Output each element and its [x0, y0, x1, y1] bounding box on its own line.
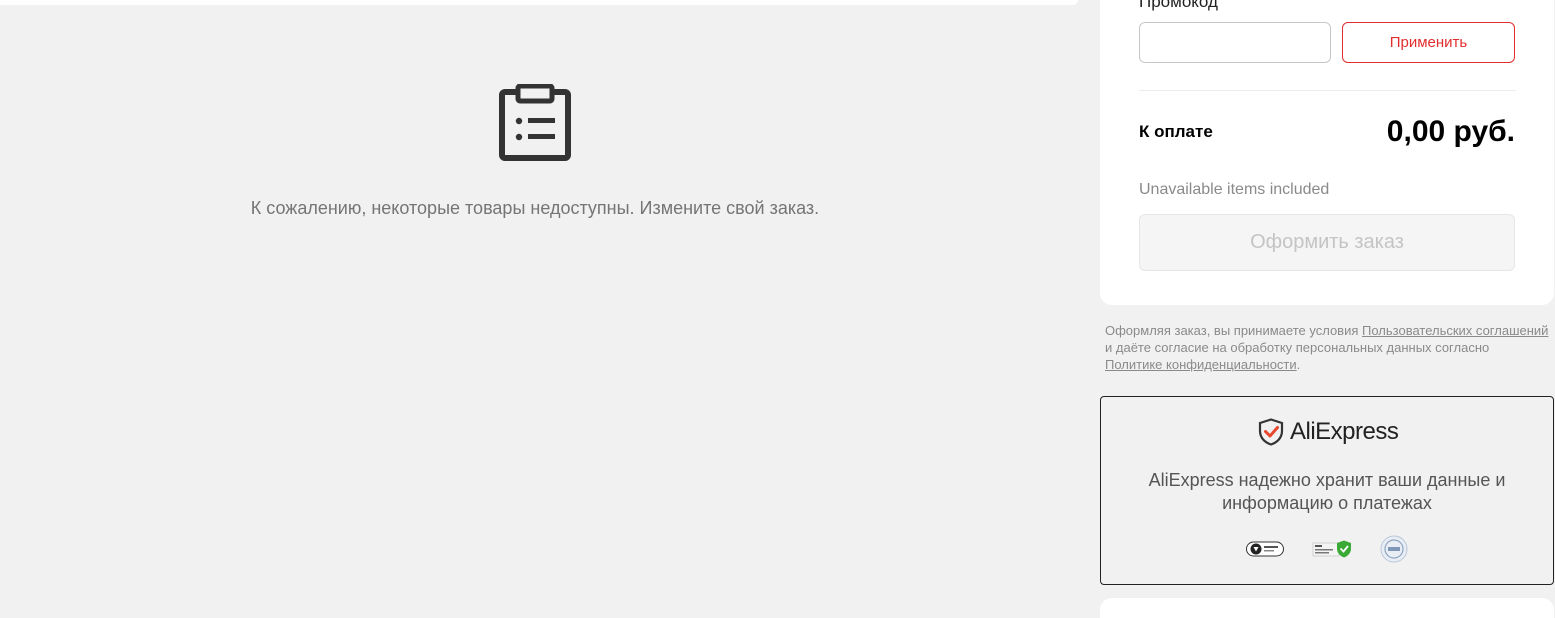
apply-promo-button[interactable]: Применить [1342, 22, 1515, 63]
iso-seal-badge-icon [1380, 535, 1408, 563]
security-message: AliExpress надежно хранит ваши данные и … [1101, 469, 1553, 515]
terms-suffix: . [1296, 357, 1301, 372]
promo-code-input[interactable] [1139, 22, 1331, 63]
total-amount: 0,00 руб. [1386, 115, 1515, 148]
bsi-badge-icon [1246, 541, 1284, 557]
certification-badges [1101, 535, 1553, 563]
empty-cart-message: К сожалению, некоторые товары недоступны… [250, 198, 820, 218]
terms-prefix: Оформляя заказ, вы принимаете условия [1105, 323, 1362, 338]
total-label: К оплате [1139, 122, 1213, 141]
aliexpress-logo-text: AliExpress [1290, 418, 1399, 445]
shield-check-icon [1258, 418, 1284, 446]
empty-state: К сожалению, некоторые товары недоступны… [0, 0, 1070, 618]
privacy-policy-link[interactable]: Политике конфиденциальности [1105, 357, 1297, 372]
order-summary-card: Промокод Применить К оплате 0,00 руб. Un… [1100, 0, 1554, 305]
security-message-line-1: AliExpress надежно хранит ваши данные и [1148, 470, 1506, 490]
user-agreements-link[interactable]: Пользовательских соглашений [1362, 323, 1548, 338]
checkout-button[interactable]: Оформить заказ [1139, 214, 1515, 271]
ssl-secure-badge-icon [1312, 540, 1351, 558]
aliexpress-logo: AliExpress [1258, 417, 1399, 447]
clipboard-list-icon [499, 84, 571, 161]
terms-notice: Оформляя заказ, вы принимаете условия По… [1105, 322, 1550, 373]
promo-code-label: Промокод [1139, 0, 1218, 11]
divider [1139, 90, 1516, 91]
security-card: AliExpress AliExpress надежно хранит ваш… [1100, 396, 1554, 585]
terms-middle: и даёте согласие на обработку персональн… [1105, 340, 1490, 355]
security-message-line-2: информацию о платежах [1222, 493, 1432, 513]
next-card-top-edge [1100, 598, 1554, 618]
unavailable-items-note: Unavailable items included [1139, 181, 1330, 198]
